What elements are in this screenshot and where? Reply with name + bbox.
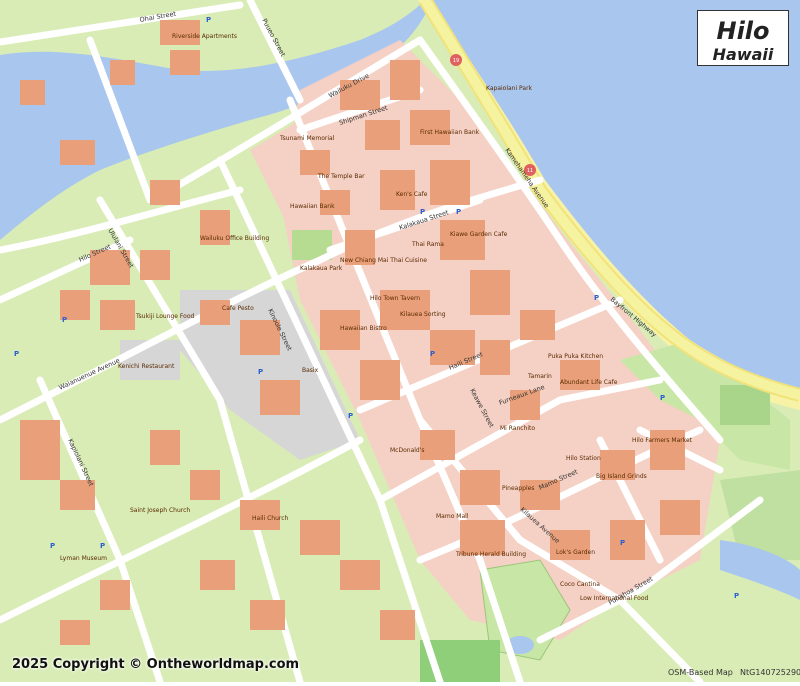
poi-thai-rama: Thai Rama xyxy=(411,241,444,248)
parking-icon: P xyxy=(430,350,435,358)
poi-low-international: Low International Food xyxy=(580,595,649,602)
parking-icon: P xyxy=(456,208,461,216)
parking-icon: P xyxy=(100,542,105,550)
poi-tsunami-memorial: Tsunami Memorial xyxy=(279,135,335,142)
poi-abundant-life: Abundant Life Cafe xyxy=(560,379,618,386)
poi-hilo-station: Hilo Station xyxy=(566,455,601,462)
poi-hawaiian-bistro: Hawaiian Bistro xyxy=(340,325,387,332)
poi-first-hawaiian-bank: First Hawaiian Bank xyxy=(420,129,480,136)
poi-kenichi: Kenichi Restaurant xyxy=(118,363,175,370)
poi-haili-church: Haili Church xyxy=(252,515,289,522)
poi-basix: Basix xyxy=(302,367,319,374)
poi-hawaiian-bank: Hawaiian Bank xyxy=(290,203,335,210)
parking-icon: P xyxy=(734,592,739,600)
poi-tamarin: Tamarin xyxy=(527,373,552,380)
poi-kilauea-sorting: Kilauea Sorting xyxy=(400,311,446,318)
poi-riverside-apartments: Riverside Apartments xyxy=(172,33,237,40)
parking-icon: P xyxy=(14,350,19,358)
poi-kens-cafe: Ken's Cafe xyxy=(396,191,428,198)
poi-puka-puka: Puka Puka Kitchen xyxy=(548,353,603,360)
poi-mcdonalds: McDonald's xyxy=(390,447,425,454)
route-shield-19: 19 xyxy=(450,54,462,66)
poi-tsukiji-lounge: Tsukiji Lounge Food xyxy=(135,313,194,320)
osm-note: OSM-Based Map xyxy=(668,668,733,677)
parking-icon: P xyxy=(420,208,425,216)
poi-saint-joseph: Saint Joseph Church xyxy=(130,507,190,514)
poi-lyman-museum: Lyman Museum xyxy=(60,555,107,562)
poi-farmers-market: Hilo Farmers Market xyxy=(632,437,693,444)
poi-hilo-town-tavern: Hilo Town Tavern xyxy=(370,295,420,302)
map-canvas: 19 11 Ohai Street Puueo Street Wailuku D… xyxy=(0,0,800,686)
parking-icon: P xyxy=(206,16,211,24)
map-title-box: Hilo Hawaii xyxy=(697,10,789,66)
poi-kiawe-garden: Kiawe Garden Cafe xyxy=(450,231,508,238)
poi-pineapples: Pineapples xyxy=(502,485,534,492)
parking-icon: P xyxy=(594,294,599,302)
map-code: NtG1407252905 xyxy=(740,668,800,677)
parking-icon: P xyxy=(620,539,625,547)
poi-big-island-grinds: Big Island Grinds xyxy=(596,473,647,480)
map-title-city: Hilo xyxy=(716,17,770,45)
poi-temple-bar: The Temple Bar xyxy=(317,173,365,180)
poi-tribune-herald: Tribune Herald Building xyxy=(455,551,526,558)
poi-new-chiang-mai: New Chiang Mai Thai Cuisine xyxy=(340,257,427,264)
svg-text:19: 19 xyxy=(453,58,459,64)
parking-icon: P xyxy=(50,542,55,550)
poi-mamo-mall: Mamo Mall xyxy=(436,513,469,520)
poi-mi-ranchito: Mi Ranchito xyxy=(500,425,535,432)
poi-loks-garden: Lok's Garden xyxy=(556,549,595,556)
parking-icon: P xyxy=(62,316,67,324)
copyright-text: 2025 Copyright © Ontheworldmap.com xyxy=(12,657,300,672)
parking-icon: P xyxy=(348,412,353,420)
poi-coco-cantina: Coco Cantina xyxy=(560,581,600,588)
parking-icon: P xyxy=(258,368,263,376)
parking-icon: P xyxy=(660,394,665,402)
map-title-state: Hawaii xyxy=(712,45,774,64)
poi-kapaiolani-park: Kapaiolani Park xyxy=(486,85,533,92)
poi-wailuku-office: Wailuku Office Building xyxy=(200,235,269,242)
poi-cafe-pesto: Cafe Pesto xyxy=(222,305,254,312)
poi-kalakaua-park: Kalakaua Park xyxy=(300,265,343,272)
map[interactable]: 19 11 Ohai Street Puueo Street Wailuku D… xyxy=(0,0,800,686)
